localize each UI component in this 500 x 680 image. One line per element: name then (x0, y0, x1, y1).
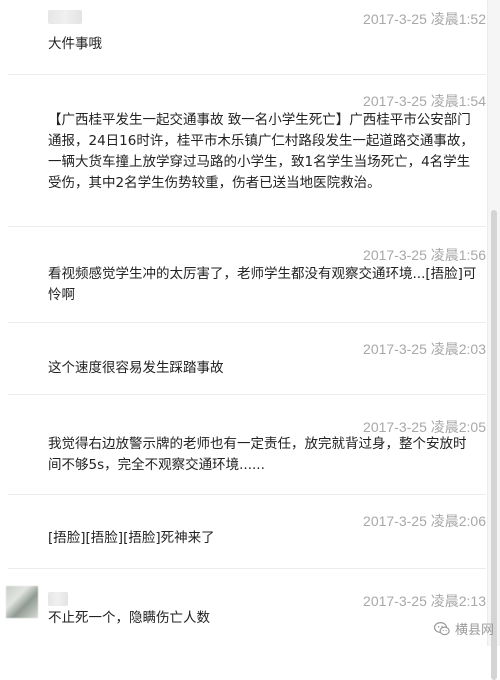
comment-text: 这个速度很容易发生踩踏事故 (48, 360, 224, 376)
comment-text: 【广西桂平发生一起交通事故 致一名小学生死亡】广西桂平市公安部门通报，24日16… (48, 112, 474, 191)
divider (8, 322, 486, 323)
comment-text: 看视频感觉学生冲的太厉害了，老师学生都没有观察交通环境...[捂脸]可怜啊 (48, 266, 477, 303)
wechat-icon (433, 621, 450, 635)
watermark-text: 横县网 (454, 622, 494, 637)
blurred-username (48, 10, 82, 24)
divider (8, 394, 486, 395)
comment-timestamp: 2017-3-25 凌晨1:52 (363, 11, 486, 27)
comment-list: 2017-3-25 凌晨1:52 大件事哦 2017-3-25 凌晨1:54 【… (0, 0, 488, 646)
divider (8, 568, 486, 569)
watermark: 横县网 (433, 619, 494, 638)
comment-text: 大件事哦 (48, 36, 102, 52)
scrollbar[interactable] (487, 0, 500, 680)
comment-text: 不止死一个，隐瞒伤亡人数 (48, 610, 210, 626)
comment-text: [捂脸][捂脸][捂脸]死神来了 (48, 530, 215, 546)
comment-text: 我觉得右边放警示牌的老师也有一定责任，放完就背过身，整个安放时间不够5s，完全不… (48, 436, 467, 473)
comment-timestamp: 2017-3-25 凌晨1:56 (363, 247, 486, 263)
divider (8, 226, 486, 227)
blurred-avatar (6, 586, 38, 618)
scrollbar-thumb[interactable] (491, 210, 497, 680)
comment-timestamp: 2017-3-25 凌晨2:03 (363, 341, 486, 357)
blurred-username (48, 592, 68, 606)
comment-timestamp: 2017-3-25 凌晨1:54 (363, 93, 486, 109)
divider (8, 494, 486, 495)
divider (8, 74, 486, 75)
